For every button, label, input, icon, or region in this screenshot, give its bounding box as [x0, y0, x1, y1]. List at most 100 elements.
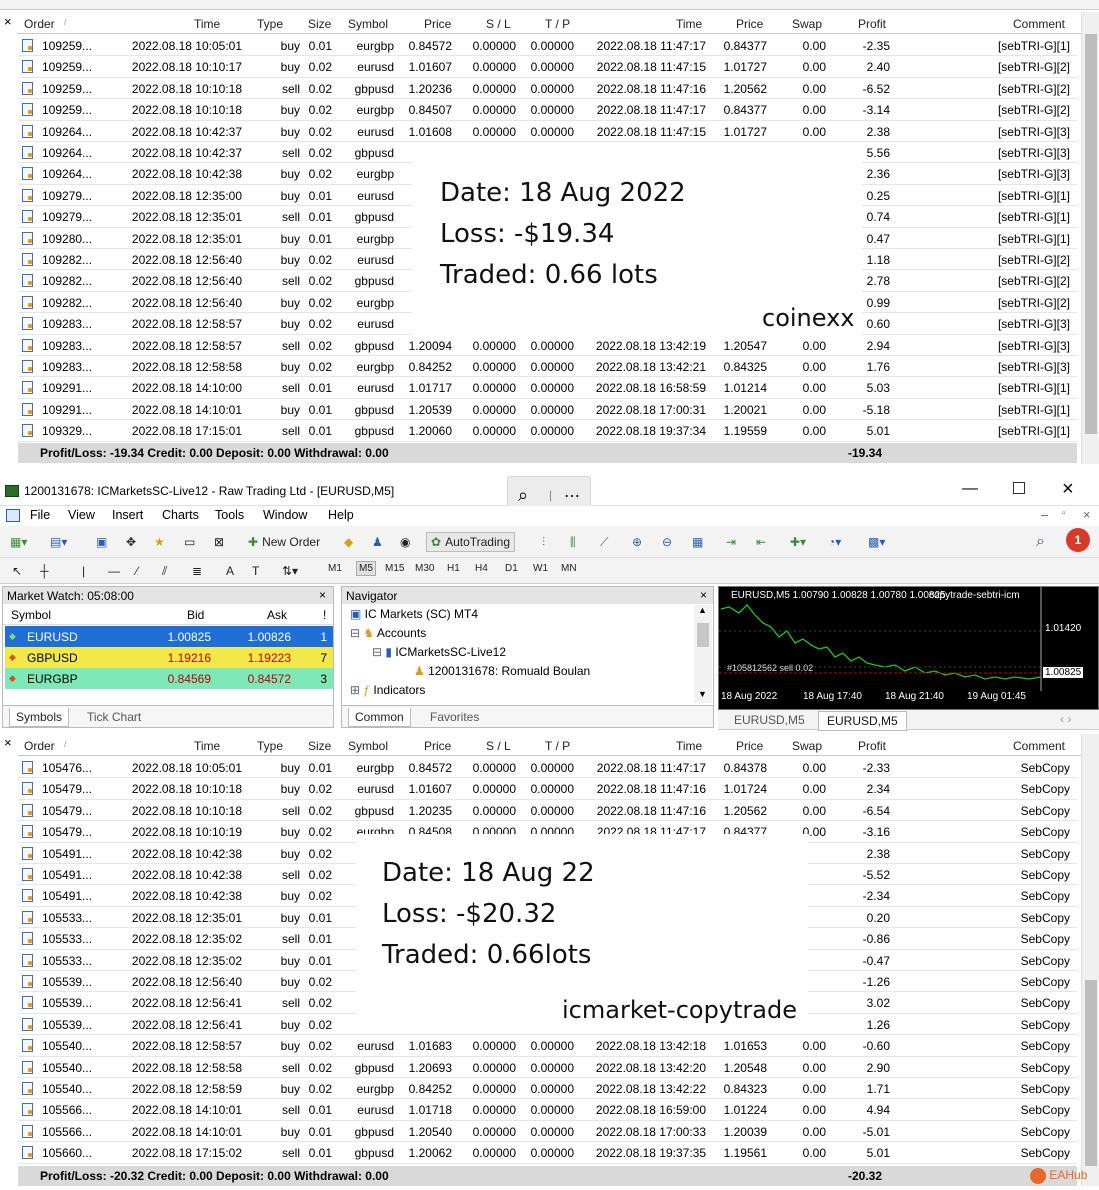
chart-tab-scroll-icon[interactable]: ‹ ›: [1060, 712, 1071, 726]
menu-file[interactable]: File: [30, 508, 50, 522]
table-row[interactable]: 105540... 2022.08.18 12:58:57 buy 0.02 eurus…: [18, 1035, 1077, 1057]
metaeditor-icon[interactable]: ◆: [344, 532, 353, 552]
close-window-button[interactable]: ×: [1062, 478, 1074, 501]
nav-server[interactable]: ⊟ ▮ ICMarketsSC-Live12: [372, 645, 506, 659]
col-time[interactable]: Time: [194, 739, 220, 753]
navigator-icon[interactable]: ★: [154, 532, 165, 552]
mw-col-ask[interactable]: Ask: [267, 608, 287, 622]
signals-icon[interactable]: ◉: [400, 532, 410, 552]
menu-charts[interactable]: Charts: [162, 508, 199, 522]
line-chart-icon[interactable]: ⟋: [600, 532, 608, 552]
col-profit[interactable]: Profit: [858, 17, 886, 31]
tf-h4[interactable]: H4: [475, 563, 488, 574]
profiles-icon[interactable]: ▤▾: [50, 532, 67, 552]
mw-col-symbol[interactable]: Symbol: [11, 608, 51, 622]
autotrading-button[interactable]: ✿ AutoTrading: [426, 532, 515, 552]
navigator-close-icon[interactable]: ×: [700, 588, 707, 602]
col-price[interactable]: Price: [424, 739, 451, 753]
scroll-thumb[interactable]: [1085, 34, 1097, 434]
col-tp[interactable]: T / P: [545, 739, 570, 753]
minimize-button[interactable]: —: [962, 480, 978, 498]
new-order-button[interactable]: ✚ New Order: [248, 532, 320, 552]
chart-tab-2[interactable]: EURUSD,M5: [818, 711, 907, 731]
tester-icon[interactable]: ⊠: [214, 532, 224, 552]
search-icon[interactable]: ⌕: [1036, 532, 1045, 552]
col-type[interactable]: Type: [257, 739, 283, 753]
market-watch-row[interactable]: ◆ EURGBP 0.84569 0.84572 3: [5, 668, 333, 689]
tab-tick-chart[interactable]: Tick Chart: [87, 710, 141, 724]
scroll-down-icon[interactable]: ▼: [698, 689, 707, 699]
scroll-thumb[interactable]: [697, 623, 709, 647]
community-icon[interactable]: ♟: [372, 532, 383, 552]
periods-icon[interactable]: ◔▾: [828, 532, 841, 552]
table-row[interactable]: 105566... 2022.08.18 14:10:01 buy 0.01 gbpus…: [18, 1121, 1077, 1143]
zoom-search-icon[interactable]: ⌕: [518, 485, 528, 506]
bar-chart-icon[interactable]: ⫶: [542, 532, 545, 552]
menu-window[interactable]: Window: [263, 508, 307, 522]
more-icon[interactable]: ⋯: [564, 486, 580, 506]
col-close-time[interactable]: Time: [676, 17, 702, 31]
nav-indicators[interactable]: ⊞ ƒ Indicators: [350, 683, 425, 697]
col-order[interactable]: Order: [24, 739, 55, 753]
new-chart-icon[interactable]: ▦▾: [10, 532, 27, 552]
tf-m15[interactable]: M15: [385, 563, 404, 574]
nav-accounts[interactable]: ⊟ ♞ Accounts: [350, 626, 426, 640]
col-comment[interactable]: Comment: [1013, 17, 1065, 31]
col-profit[interactable]: Profit: [858, 739, 886, 753]
horizontal-line-icon[interactable]: —: [108, 561, 120, 581]
tab-common[interactable]: Common: [348, 708, 411, 727]
col-sl[interactable]: S / L: [486, 739, 511, 753]
table-row[interactable]: 105566... 2022.08.18 14:10:01 sell 0.01 euru…: [18, 1099, 1077, 1121]
text-label-icon[interactable]: T: [252, 561, 259, 581]
crosshair-icon[interactable]: ┼: [40, 561, 49, 581]
vertical-line-icon[interactable]: |: [82, 561, 85, 581]
table-row[interactable]: 105660... 2022.08.18 17:15:02 sell 0.01 gbpu…: [18, 1142, 1077, 1164]
market-watch-row[interactable]: ◆ EURUSD 1.00825 1.00826 1: [5, 626, 333, 647]
table-row[interactable]: 105476... 2022.08.18 10:05:01 buy 0.01 eurgb…: [18, 757, 1077, 779]
col-price[interactable]: Price: [424, 17, 451, 31]
table-row[interactable]: 105540... 2022.08.18 12:58:58 sell 0.02 gbpu…: [18, 1057, 1077, 1078]
tf-w1[interactable]: W1: [533, 563, 548, 574]
table-row[interactable]: 109283... 2022.08.18 12:58:58 buy 0.02 eurgb…: [18, 356, 1077, 378]
candlestick-icon[interactable]: ⫼: [570, 532, 576, 552]
table-row[interactable]: 109259... 2022.08.18 10:10:17 buy 0.02 eurus…: [18, 56, 1077, 78]
navigator-scrollbar[interactable]: ▲ ▼: [694, 605, 712, 703]
indicators-menu-icon[interactable]: ✚▾: [790, 532, 806, 552]
col-close-time[interactable]: Time: [676, 739, 702, 753]
table-row[interactable]: 109259... 2022.08.18 10:10:18 buy 0.02 eurgb…: [18, 99, 1077, 121]
mw-col-spread[interactable]: !: [323, 608, 326, 622]
col-tp[interactable]: T / P: [545, 17, 570, 31]
col-type[interactable]: Type: [257, 17, 283, 31]
menu-tools[interactable]: Tools: [215, 508, 244, 522]
col-close-price[interactable]: Price: [736, 17, 763, 31]
market-watch-icon[interactable]: ▣: [96, 532, 107, 552]
table-row[interactable]: 109259... 2022.08.18 10:10:18 sell 0.02 gbpu…: [18, 78, 1077, 100]
nav-root[interactable]: ▣ IC Markets (SC) MT4: [350, 607, 478, 621]
market-watch-row[interactable]: ◆ GBPUSD 1.19216 1.19223 7: [5, 647, 333, 668]
autoscroll-icon[interactable]: ⇤: [756, 532, 766, 552]
data-window-icon[interactable]: ✥: [126, 532, 136, 552]
col-sl[interactable]: S / L: [486, 17, 511, 31]
table-row[interactable]: 109291... 2022.08.18 14:10:01 buy 0.01 gbpus…: [18, 399, 1077, 421]
table-row[interactable]: 109329... 2022.08.18 17:15:01 sell 0.01 gbpu…: [18, 420, 1077, 442]
close-icon[interactable]: ×: [4, 735, 12, 750]
col-comment[interactable]: Comment: [1013, 739, 1065, 753]
table-row[interactable]: 109259... 2022.08.18 10:05:01 buy 0.01 eurgb…: [18, 35, 1077, 57]
tab-favorites[interactable]: Favorites: [430, 710, 479, 724]
table-row[interactable]: 105479... 2022.08.18 10:10:18 sell 0.02 gbpu…: [18, 800, 1077, 822]
col-swap[interactable]: Swap: [792, 739, 822, 753]
mdi-close[interactable]: ×: [1083, 508, 1090, 522]
text-icon[interactable]: A: [226, 561, 234, 581]
tile-windows-icon[interactable]: ▦: [692, 532, 703, 552]
tf-mn[interactable]: MN: [561, 563, 577, 574]
menu-insert[interactable]: Insert: [112, 508, 143, 522]
notification-icon[interactable]: 1: [1066, 528, 1090, 552]
chart-tab-1[interactable]: EURUSD,M5: [734, 713, 805, 727]
tf-h1[interactable]: H1: [447, 563, 460, 574]
chart-shift-icon[interactable]: ⇥: [726, 532, 736, 552]
mw-col-bid[interactable]: Bid: [187, 608, 204, 622]
zoom-out-icon[interactable]: ⊖: [662, 532, 672, 552]
chart-window[interactable]: EURUSD,M5 1.00790 1.00828 1.00780 1.0082…: [718, 586, 1099, 710]
bottom-scrollbar[interactable]: [1081, 734, 1099, 1186]
col-order[interactable]: Order: [24, 17, 55, 31]
